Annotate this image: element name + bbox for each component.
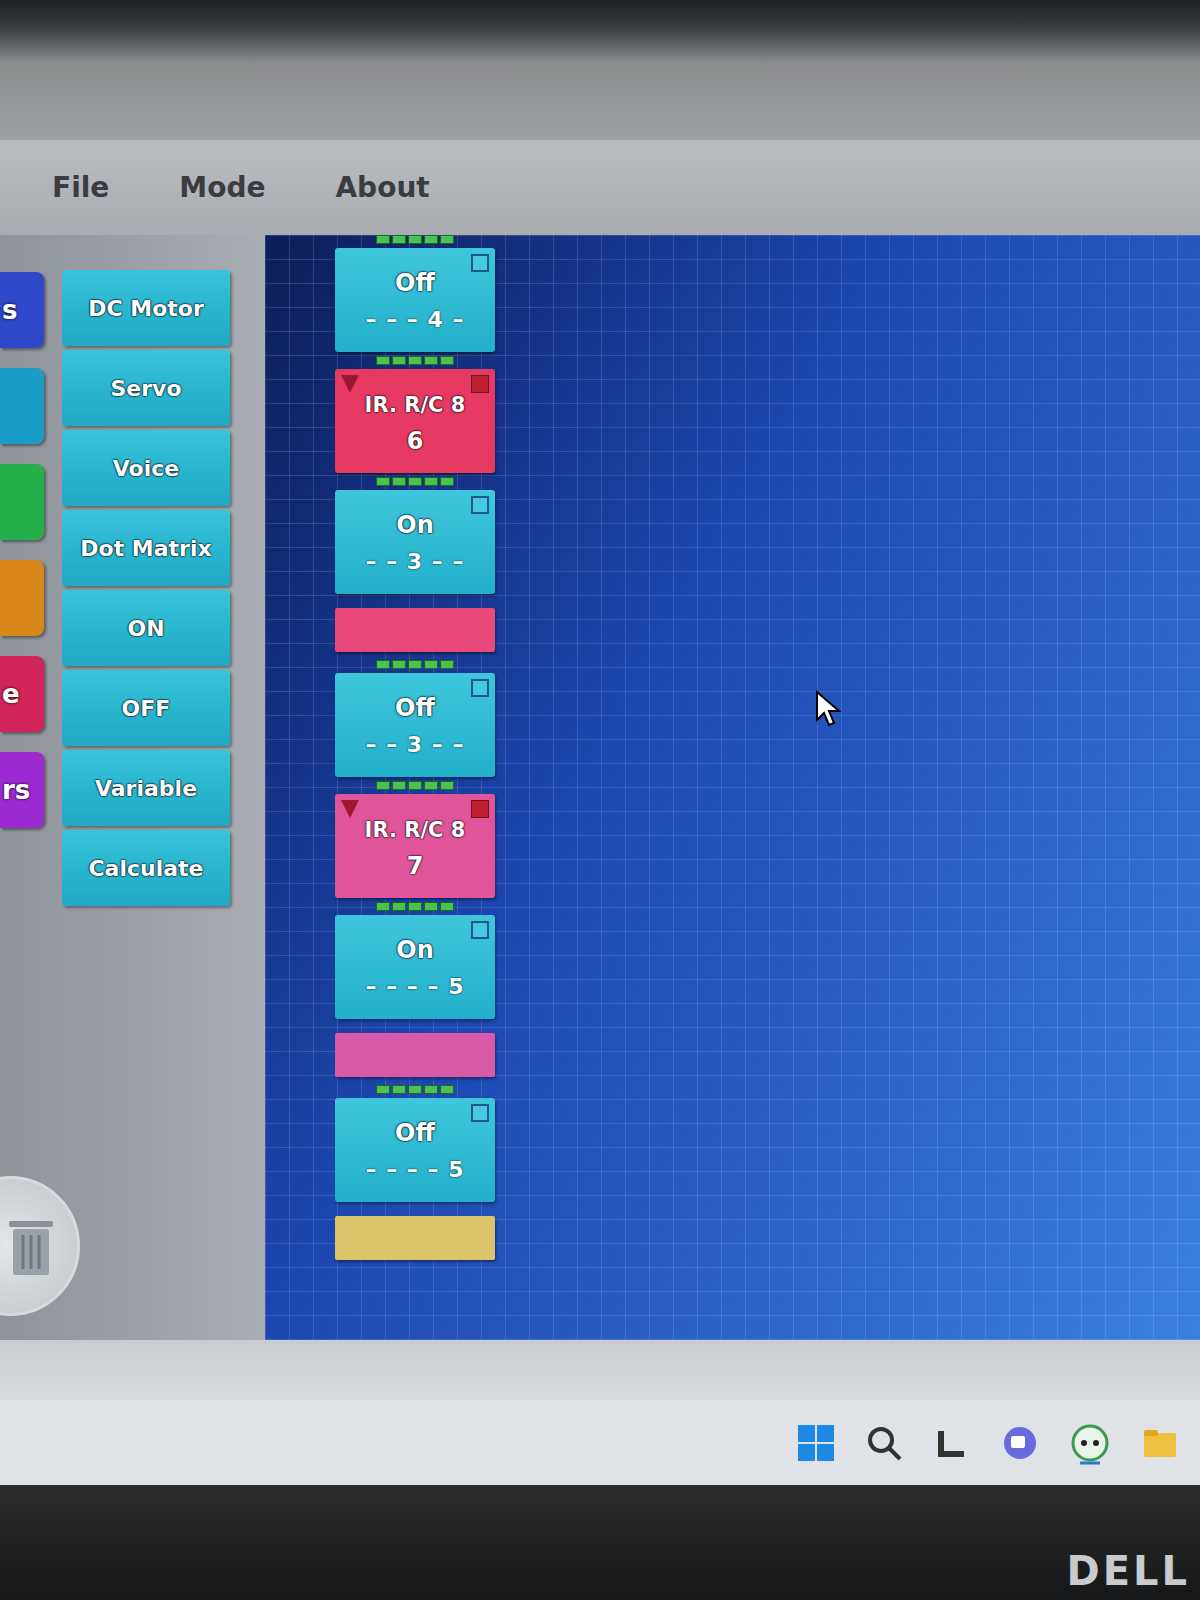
- monitor-bezel-bottom: DELL: [0, 1485, 1200, 1600]
- block-palette: DC MotorServoVoiceDot MatrixONOFFVariabl…: [62, 270, 230, 906]
- category-tab[interactable]: s: [0, 272, 44, 348]
- block-stack: Off– – – 4 – IR. R/C 86 On– – 3 – – Off– – …: [335, 235, 495, 1264]
- task-view-icon[interactable]: [932, 1423, 972, 1463]
- block-checkbox[interactable]: [471, 679, 489, 697]
- palette-block[interactable]: Calculate: [62, 830, 230, 906]
- block-connector: [335, 660, 495, 669]
- palette-block[interactable]: Voice: [62, 430, 230, 506]
- output-block[interactable]: On– – 3 – –: [335, 490, 495, 594]
- block-checkbox[interactable]: [471, 1104, 489, 1122]
- taskbar: [0, 1400, 1200, 1485]
- block-checkbox[interactable]: [471, 800, 489, 818]
- menu-item[interactable]: File: [52, 171, 109, 204]
- brand-logo: DELL: [1066, 1548, 1190, 1594]
- menu-item[interactable]: About: [335, 171, 429, 204]
- workspace: sersDC MotorServoVoiceDot MatrixONOFFVar…: [0, 235, 1200, 1340]
- block-checkbox[interactable]: [471, 375, 489, 393]
- palette-block[interactable]: Servo: [62, 350, 230, 426]
- end-block[interactable]: [335, 608, 495, 652]
- menu-bar: File Mode About: [0, 140, 1200, 235]
- palette-block[interactable]: DC Motor: [62, 270, 230, 346]
- block-connector: [335, 477, 495, 486]
- block-checkbox[interactable]: [471, 496, 489, 514]
- category-tab[interactable]: [0, 368, 44, 444]
- block-connector: [335, 1085, 495, 1094]
- program-canvas[interactable]: Off– – – 4 – IR. R/C 86 On– – 3 – – Off– – …: [265, 235, 1200, 1340]
- output-block[interactable]: On– – – – 5: [335, 915, 495, 1019]
- ir-remote-block[interactable]: IR. R/C 87: [335, 794, 495, 898]
- palette-block[interactable]: Variable: [62, 750, 230, 826]
- mouse-cursor-icon: [815, 690, 841, 732]
- search-icon[interactable]: [864, 1423, 904, 1463]
- end-block[interactable]: [335, 1033, 495, 1077]
- app-window: FileModeAboutsersDC MotorServoVoiceDot M…: [0, 140, 1200, 1340]
- palette-block[interactable]: ON: [62, 590, 230, 666]
- end-block[interactable]: [335, 1216, 495, 1260]
- category-list: s e rs: [0, 270, 44, 906]
- output-block[interactable]: Off– – – – 5: [335, 1098, 495, 1202]
- output-block[interactable]: Off– – – 4 –: [335, 248, 495, 352]
- monitor-photo: FileModeAboutsersDC MotorServoVoiceDot M…: [0, 0, 1200, 1600]
- block-checkbox[interactable]: [471, 921, 489, 939]
- app-robot-icon[interactable]: [1068, 1421, 1112, 1465]
- dropdown-icon[interactable]: [341, 800, 359, 818]
- category-tab[interactable]: rs: [0, 752, 44, 828]
- palette-block[interactable]: OFF: [62, 670, 230, 746]
- block-connector: [335, 781, 495, 790]
- block-connector: [335, 356, 495, 365]
- folder-icon[interactable]: [1140, 1423, 1180, 1463]
- category-tab[interactable]: [0, 464, 44, 540]
- block-checkbox[interactable]: [471, 254, 489, 272]
- trash-icon[interactable]: [0, 1176, 80, 1316]
- sidebar: sersDC MotorServoVoiceDot MatrixONOFFVar…: [0, 235, 265, 1340]
- chat-icon[interactable]: [1000, 1423, 1040, 1463]
- monitor-bezel: [0, 0, 1200, 140]
- palette-block[interactable]: Dot Matrix: [62, 510, 230, 586]
- windows-start-icon[interactable]: [796, 1423, 836, 1463]
- category-tab[interactable]: e: [0, 656, 44, 732]
- category-tab[interactable]: [0, 560, 44, 636]
- ir-remote-block[interactable]: IR. R/C 86: [335, 369, 495, 473]
- output-block[interactable]: Off– – 3 – –: [335, 673, 495, 777]
- block-connector: [335, 902, 495, 911]
- window-bottom: [0, 1340, 1200, 1400]
- menu-item[interactable]: Mode: [179, 171, 265, 204]
- dropdown-icon[interactable]: [341, 375, 359, 393]
- block-connector: [335, 235, 495, 244]
